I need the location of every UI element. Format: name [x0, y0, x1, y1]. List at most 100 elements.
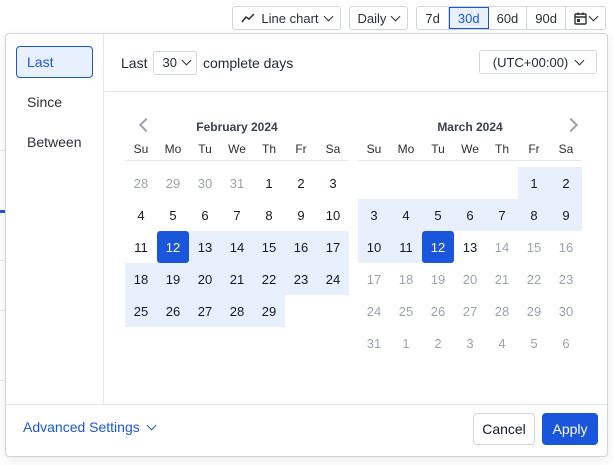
day-empty: [390, 167, 422, 199]
day-cell[interactable]: 27: [189, 295, 221, 327]
weekday-label: Fr: [295, 142, 307, 156]
day-cell[interactable]: 5: [518, 327, 550, 359]
chart-type-dropdown[interactable]: Line chart: [232, 6, 341, 30]
day-cell[interactable]: 27: [454, 295, 486, 327]
day-cell[interactable]: 20: [454, 263, 486, 295]
timezone-value: (UTC+00:00): [492, 54, 569, 70]
day-cell[interactable]: 16: [550, 231, 582, 263]
day-cell[interactable]: 17: [317, 231, 349, 263]
day-cell[interactable]: 2: [422, 327, 454, 359]
day-cell[interactable]: 26: [422, 295, 454, 327]
day-cell[interactable]: 8: [518, 199, 550, 231]
day-cell[interactable]: 2: [285, 167, 317, 199]
day-cell[interactable]: 21: [221, 263, 253, 295]
day-cell[interactable]: 16: [285, 231, 317, 263]
day-cell[interactable]: 6: [189, 199, 221, 231]
day-cell[interactable]: 14: [486, 231, 518, 263]
day-cell[interactable]: 15: [518, 231, 550, 263]
day-cell[interactable]: 20: [189, 263, 221, 295]
day-cell[interactable]: 18: [390, 263, 422, 295]
day-cell[interactable]: 12: [157, 231, 189, 263]
chart-type-label: Line chart: [261, 10, 319, 26]
day-cell[interactable]: 11: [390, 231, 422, 263]
day-cell[interactable]: 1: [518, 167, 550, 199]
day-cell[interactable]: 24: [317, 263, 349, 295]
day-cell[interactable]: 1: [253, 167, 285, 199]
day-cell[interactable]: 29: [253, 295, 285, 327]
day-cell[interactable]: 7: [486, 199, 518, 231]
range-90d[interactable]: 90d: [527, 7, 566, 29]
day-cell[interactable]: 3: [317, 167, 349, 199]
day-cell[interactable]: 8: [253, 199, 285, 231]
interval-dropdown[interactable]: Daily: [348, 6, 409, 30]
day-cell[interactable]: 30: [550, 295, 582, 327]
timezone-dropdown[interactable]: (UTC+00:00): [479, 50, 597, 74]
advanced-settings-link[interactable]: Advanced Settings: [23, 419, 157, 435]
day-cell[interactable]: 13: [189, 231, 221, 263]
day-cell[interactable]: 10: [317, 199, 349, 231]
day-cell[interactable]: 11: [125, 231, 157, 263]
day-cell[interactable]: 15: [253, 231, 285, 263]
day-count-dropdown[interactable]: 30: [153, 50, 197, 75]
day-empty: [317, 295, 349, 327]
day-cell[interactable]: 7: [221, 199, 253, 231]
mode-between[interactable]: Between: [16, 126, 93, 158]
chevron-down-icon: [146, 420, 157, 430]
day-cell[interactable]: 4: [125, 199, 157, 231]
weekday-label: Su: [133, 142, 149, 156]
day-cell[interactable]: 12: [422, 231, 454, 263]
day-cell[interactable]: 19: [157, 263, 189, 295]
weekday-row: Su Mo Tu We Th Fr Sa: [125, 138, 349, 161]
chevron-down-icon: [323, 11, 333, 21]
day-cell[interactable]: 23: [550, 263, 582, 295]
day-cell[interactable]: 28: [125, 167, 157, 199]
range-30d[interactable]: 30d: [448, 7, 489, 29]
day-cell[interactable]: 14: [221, 231, 253, 263]
day-cell[interactable]: 28: [221, 295, 253, 327]
day-cell[interactable]: 2: [550, 167, 582, 199]
complete-days-label: complete days: [202, 54, 294, 71]
apply-button[interactable]: Apply: [542, 413, 598, 445]
day-empty: [285, 295, 317, 327]
day-cell[interactable]: 31: [221, 167, 253, 199]
day-cell[interactable]: 25: [125, 295, 157, 327]
custom-range-button[interactable]: [566, 7, 605, 29]
day-cell[interactable]: 18: [125, 263, 157, 295]
day-cell[interactable]: 22: [518, 263, 550, 295]
day-cell[interactable]: 28: [486, 295, 518, 327]
picker-main: Last 30 complete days (UTC+00:00) Februa…: [105, 34, 607, 405]
day-cell[interactable]: 19: [422, 263, 454, 295]
day-cell[interactable]: 5: [157, 199, 189, 231]
day-cell[interactable]: 9: [550, 199, 582, 231]
day-cell[interactable]: 25: [390, 295, 422, 327]
day-cell[interactable]: 9: [285, 199, 317, 231]
day-cell[interactable]: 5: [422, 199, 454, 231]
range-7d[interactable]: 7d: [417, 7, 449, 29]
chevron-down-icon: [390, 11, 401, 21]
day-cell[interactable]: 22: [253, 263, 285, 295]
day-cell[interactable]: 21: [486, 263, 518, 295]
day-cell[interactable]: 4: [486, 327, 518, 359]
day-cell[interactable]: 23: [285, 263, 317, 295]
range-header: Last 30 complete days (UTC+00:00): [105, 34, 607, 92]
day-cell[interactable]: 24: [358, 295, 390, 327]
weekday-label: Sa: [325, 142, 341, 156]
day-cell[interactable]: 6: [550, 327, 582, 359]
day-cell[interactable]: 10: [358, 231, 390, 263]
day-cell[interactable]: 13: [454, 231, 486, 263]
day-cell[interactable]: 3: [454, 327, 486, 359]
day-cell[interactable]: 31: [358, 327, 390, 359]
day-cell[interactable]: 29: [157, 167, 189, 199]
day-cell[interactable]: 1: [390, 327, 422, 359]
mode-since[interactable]: Since: [16, 86, 93, 118]
day-cell[interactable]: 30: [189, 167, 221, 199]
range-60d[interactable]: 60d: [488, 7, 528, 29]
day-cell[interactable]: 29: [518, 295, 550, 327]
day-cell[interactable]: 17: [358, 263, 390, 295]
day-cell[interactable]: 4: [390, 199, 422, 231]
cancel-button[interactable]: Cancel: [473, 413, 535, 445]
day-cell[interactable]: 6: [454, 199, 486, 231]
day-cell[interactable]: 3: [358, 199, 390, 231]
mode-last[interactable]: Last: [16, 46, 93, 78]
day-cell[interactable]: 26: [157, 295, 189, 327]
